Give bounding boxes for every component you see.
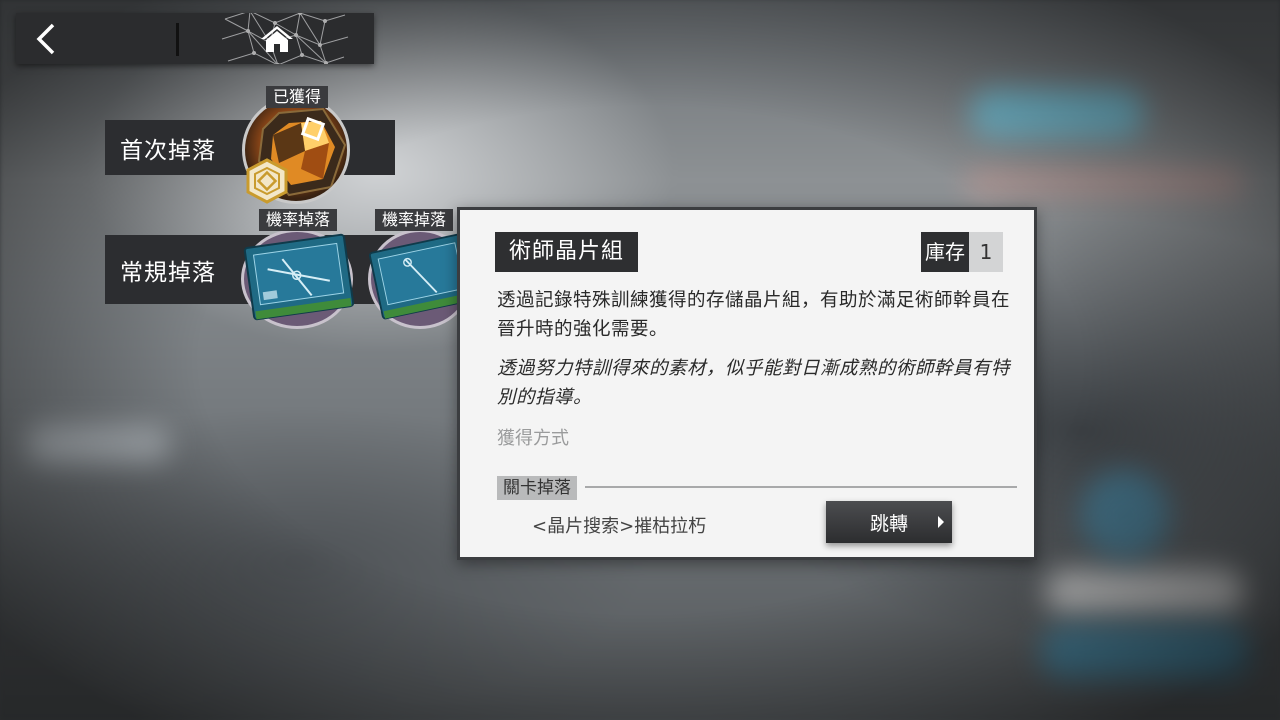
regular-drop-item-1[interactable]: 機率掉落 (239, 207, 357, 331)
back-button[interactable] (16, 13, 162, 64)
section-divider (585, 486, 1017, 488)
jump-button-label: 跳轉 (869, 512, 908, 535)
jump-button[interactable]: 跳轉 (826, 501, 952, 543)
home-button[interactable] (180, 13, 374, 64)
home-icon (261, 25, 293, 52)
stage-drop-tag: 關卡掉落 (497, 476, 577, 500)
item-lore: 透過努力特訓得來的素材，似乎能對日漸成熟的術師幹員有特別的指導。 (497, 358, 1011, 408)
regular-drop-label: 常規掉落 (120, 259, 216, 286)
stage-name: <晶片搜索>摧枯拉朽 (532, 516, 707, 537)
stock-count: 1 (969, 232, 1003, 272)
first-drop-label: 首次掉落 (120, 137, 216, 164)
top-nav-bar (16, 13, 374, 64)
stock-label: 庫存 (921, 232, 969, 272)
item-rarity-hexagon (246, 158, 288, 204)
stock-indicator: 庫存 1 (921, 232, 1003, 272)
item-description: 透過記錄特殊訓練獲得的存儲晶片組，有助於滿足術師幹員在晉升時的強化需要。 (497, 290, 1011, 340)
regular-drop-item-2[interactable]: 機率掉落 (366, 207, 475, 331)
first-drop-item[interactable]: 已獲得 (238, 86, 356, 212)
probability-drop-badge: 機率掉落 (258, 209, 338, 231)
item-detail-panel: 術師晶片組 庫存 1 透過記錄特殊訓練獲得的存儲晶片組，有助於滿足術師幹員在晉升… (457, 207, 1037, 560)
obtain-method-heading: 獲得方式 (497, 428, 569, 449)
item-name: 術師晶片組 (495, 232, 639, 272)
play-arrow-icon (938, 516, 944, 528)
obtained-badge: 已獲得 (265, 86, 329, 108)
nav-divider (176, 23, 179, 56)
probability-drop-badge: 機率掉落 (374, 209, 454, 231)
chevron-left-icon (36, 23, 55, 54)
